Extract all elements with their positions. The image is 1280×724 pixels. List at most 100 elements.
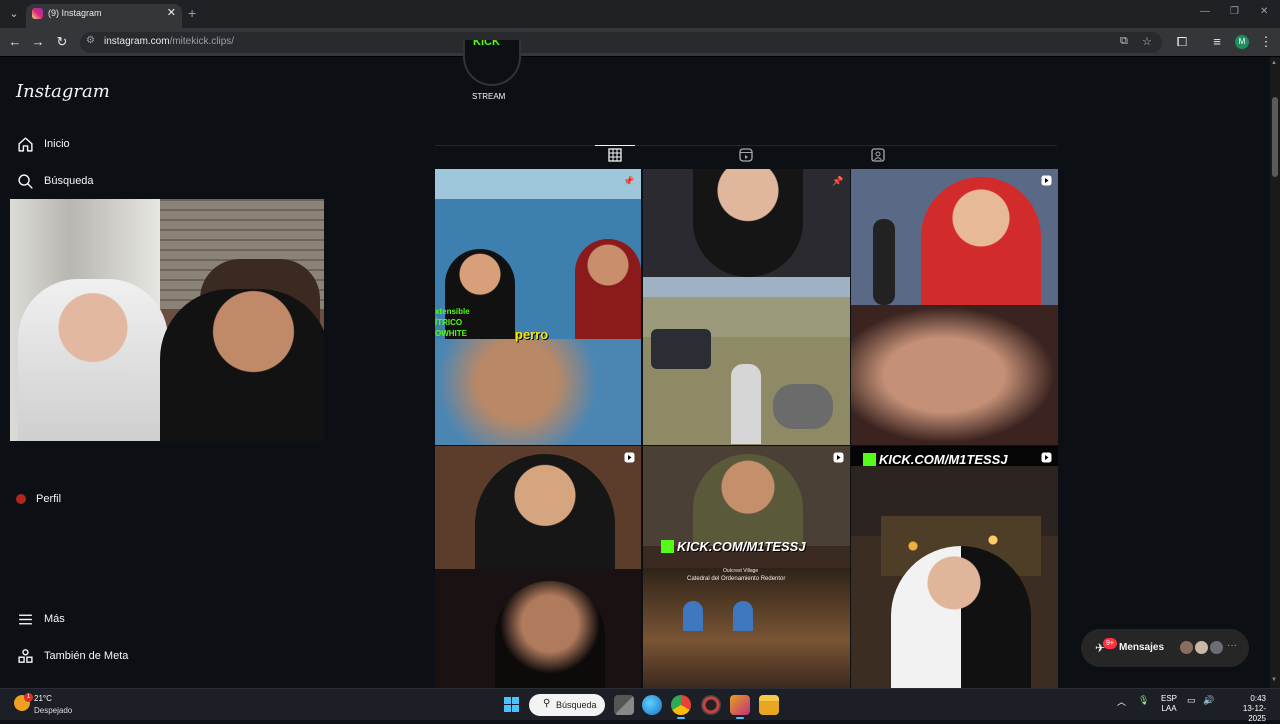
instagram-favicon-icon [32,8,43,19]
post-image-content [495,581,605,688]
minimize-icon[interactable]: — [1200,6,1210,17]
file-explorer-icon[interactable] [759,695,779,715]
tray-overflow-icon[interactable]: ︿ [1117,695,1126,708]
scroll-down-icon[interactable]: ▼ [1271,677,1277,683]
post-image-content [575,239,641,339]
post-image-content [873,219,895,305]
obs-icon[interactable] [701,695,721,715]
story-highlight-stream[interactable]: KICK [463,40,521,86]
streaming-app-icon[interactable] [730,695,750,715]
meta-icon [16,647,34,665]
post-image-content [651,329,711,369]
page-scrollbar[interactable]: ▲ ▼ [1270,57,1280,688]
sidebar-item-label: Perfil [36,493,62,505]
tab-close-icon[interactable]: ✕ [167,6,176,19]
pip-video-frame [160,289,324,441]
extensions-icon[interactable]: ⧠ [1173,33,1191,51]
posts-grid: xtensible ÍTRICO OWHITE perro 📌 📌 KICK.C… [435,169,1058,688]
profile-avatar[interactable]: M [1235,35,1249,49]
site-info-icon[interactable]: ⚙ [86,35,95,46]
microphone-icon[interactable]: 🎙 [1138,695,1149,706]
maximize-icon[interactable]: ❐ [1230,6,1239,17]
back-icon[interactable]: ← [6,33,24,51]
profile-icon [16,494,26,505]
post-image-content [851,305,1058,445]
media-controls-icon[interactable]: ≡ [1208,33,1226,51]
game-sublocation-label: Catedral del Ordenamiento Redentor [687,576,786,582]
post-caption: perro [515,327,549,342]
kick-banner: KICK.COM/M1TESSJ [661,539,806,554]
post-image-content [921,177,1041,305]
messages-count-badge: 9+ [1103,638,1117,649]
reload-icon[interactable]: ↻ [53,33,71,51]
avatar [1194,640,1209,655]
post-image-content [773,384,833,429]
post-image-content [435,339,641,445]
browser-menu-icon[interactable]: ⋮ [1257,33,1275,51]
close-window-icon[interactable]: ✕ [1260,6,1268,17]
tab-search-menu-icon[interactable]: ⌄ [6,6,22,22]
language-indicator[interactable]: ESP LAA [1161,694,1177,714]
pinned-icon: 📌 [623,176,635,186]
browser-tab-bar: ⌄ (9) Instagram ✕ + — ❐ ✕ [0,0,1280,28]
post-thumbnail[interactable]: KICK.COM/M1TESSJ Outcrest Village Catedr… [643,446,850,688]
active-app-indicator [736,717,744,719]
kick-logo-icon [863,453,876,466]
kick-logo-icon [661,540,674,553]
post-image-content [693,169,803,277]
task-view-icon[interactable] [614,695,634,715]
avatar [1209,640,1224,655]
taskbar-search-label: Búsqueda [556,700,597,710]
weather-temperature: 21°C [34,694,52,703]
taskbar-search[interactable]: ⚲ Búsqueda [529,694,605,716]
sidebar-item-busqueda[interactable]: Búsqueda [16,169,94,193]
sidebar-item-inicio[interactable]: Inicio [16,132,70,156]
picture-in-picture-video[interactable] [10,199,324,441]
chrome-icon[interactable] [671,695,691,715]
forward-icon[interactable]: → [29,33,47,51]
post-image-content [891,546,1031,688]
kick-banner: KICK.COM/M1TESSJ [863,452,1008,467]
post-thumbnail[interactable] [435,446,641,688]
post-thumbnail[interactable]: 📌 [643,169,850,445]
volume-icon[interactable]: 🔊 [1203,695,1214,706]
bookmark-star-icon[interactable]: ☆ [1142,35,1152,48]
windows-start-icon[interactable] [504,697,519,712]
reels-icon[interactable] [738,148,754,164]
home-icon [16,135,34,153]
avatar [1179,640,1194,655]
highlight-logo-text: KICK [473,40,500,48]
post-thumbnail[interactable] [851,169,1058,445]
reel-icon [1040,175,1052,187]
instagram-logo[interactable]: Instagram [16,81,110,102]
network-icon[interactable]: ▭ [1187,695,1196,706]
sidebar-item-label: Más [44,613,65,625]
post-thumbnail[interactable]: KICK.COM/M1TESSJ [851,446,1058,688]
scrollbar-thumb[interactable] [1272,97,1278,177]
posts-grid-icon[interactable] [607,148,623,164]
sidebar-item-label: Búsqueda [44,175,94,187]
sidebar-item-tambien-de-meta[interactable]: También de Meta [16,644,128,668]
more-icon: ··· [1227,640,1237,651]
url-text: instagram.com/mitekick.clips/ [104,36,235,47]
post-image-content [683,601,703,631]
browser-tab[interactable]: (9) Instagram ✕ [26,4,182,28]
new-tab-button[interactable]: + [188,5,196,21]
edge-icon[interactable] [642,695,662,715]
post-thumbnail[interactable]: xtensible ÍTRICO OWHITE perro 📌 [435,169,641,445]
messages-button[interactable]: ✈ 9+ Mensajes ··· [1081,629,1249,667]
browser-toolbar: ← → ↻ ⚙ instagram.com/mitekick.clips/ ⧉ … [0,28,1280,57]
active-app-indicator [677,717,685,719]
tagged-icon[interactable] [870,148,886,164]
tab-title: (9) Instagram [48,8,102,18]
install-app-icon[interactable]: ⧉ [1120,35,1128,48]
sidebar-item-perfil[interactable]: Perfil [16,493,61,505]
reel-icon [832,452,844,464]
search-icon [16,172,34,190]
scroll-up-icon[interactable]: ▲ [1271,60,1277,66]
post-image-content [475,454,615,569]
search-icon: ⚲ [543,698,551,709]
sidebar-item-mas[interactable]: Más [16,607,65,631]
address-bar[interactable]: ⚙ instagram.com/mitekick.clips/ ⧉ ☆ [80,32,1162,53]
sidebar-item-label: También de Meta [44,650,129,662]
